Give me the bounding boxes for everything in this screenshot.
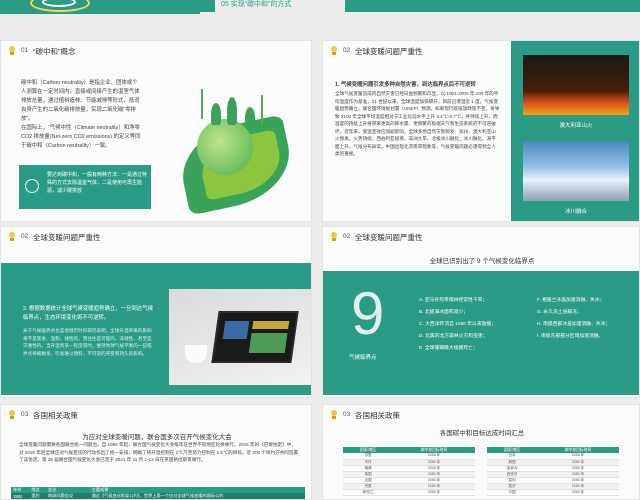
- section-number: 01: [21, 47, 29, 54]
- content-band: 9 气候临界点 A. 亚马孙热带雨林经常性干旱； B. 北极海冰面积减少； C.…: [323, 271, 639, 395]
- table-cell: 1992: [11, 493, 30, 499]
- house-icon: [25, 179, 39, 193]
- panel-header: 03 各国相关政策: [323, 405, 639, 425]
- image-caption: 澳大利亚山火: [559, 123, 593, 129]
- panel-policies-conference[interactable]: 03 各国相关政策 为应对全球变暖问题，联合国多次召开气候变化大会 全球变暖问题…: [0, 404, 312, 500]
- coffee-cup-icon: [185, 345, 207, 363]
- lightbulb-icon: [329, 410, 339, 420]
- lightbulb-icon: [329, 46, 339, 56]
- panel-carbon-targets[interactable]: 03 各国相关政策 各国碳中和目标达成时间汇总 国家/地区 碳中和目标时间 苏里…: [322, 404, 640, 500]
- table-cell: 通过《气候变化框架公约》，世界上第一个应对全球气候变暖的国际公约: [89, 493, 305, 499]
- paragraph: 在国际上，“气候中性（Climate neutrality）和净零CO2 排放量…: [21, 125, 141, 149]
- list-item: D. 北美的北方森林火灾和虫害；: [419, 334, 488, 339]
- paragraph: 关于气候临界点也是地球历时的研究表明，全球升温带来的影响将不是渐进、温和、线性的…: [23, 328, 152, 356]
- panel-carbon-neutrality-concept[interactable]: 01 “碳中和”概念 碳中和（Carbon neutrality）是指企业、团体…: [0, 40, 312, 222]
- slide-overview: 05 实现“碳中和”的方式 01 “碳中和”概念 碳中和（Carbon neut…: [0, 0, 640, 500]
- big-number-caption: 气候临界点: [349, 355, 377, 361]
- section-number: 02: [343, 233, 351, 240]
- panel-title: 全球变暖问题严重性: [355, 47, 423, 56]
- panel-body: 1. 气候变暖问题引发多种自然灾害，到达临界点后不可逆转 全球气候变暖造成的自然…: [335, 81, 500, 158]
- table-row: 中国 2060 年: [487, 489, 619, 496]
- tipping-point-list-right: F. 格陵兰冰盖加速消融、失冰； G. 永久冻土层解冻； H. 南极西部冰盖加速…: [537, 295, 610, 343]
- panel-header: 02 全球变暖问题严重性: [323, 227, 639, 247]
- method-box: 要达到碳中和，一般有两种方法：一是通过特殊的方式去除温室气体，二是使用可再生能源…: [19, 165, 151, 209]
- table-cell: 2060 年: [537, 489, 619, 496]
- wind-turbine-icon: [261, 95, 263, 125]
- table-cell: 中国: [487, 489, 538, 496]
- content-band: 2. 根据数据统计全球气候变暖趋势确立，一旦到达气候临界点，生态环境变化将不可逆…: [1, 263, 311, 395]
- paragraph: 全球变暖问题需要各国联合统一问题治。自 1995 年起，联合国气候变化大会每年在…: [19, 442, 299, 462]
- panel-subtitle: 为应对全球变暖问题，联合国多次召开气候变化大会: [82, 434, 232, 441]
- eco-city-illustration: [161, 67, 301, 216]
- list-item: E. 全球珊瑚礁大规模死亡；: [419, 346, 478, 351]
- tree-icon: [211, 103, 221, 125]
- panel-title: 全球变暖问题严重性: [355, 233, 423, 242]
- list-item: I. 南极东部部分区域加速消融。: [537, 334, 604, 339]
- wildfire-photo: [523, 55, 629, 115]
- top-banner: 05 实现“碳中和”的方式: [0, 0, 640, 22]
- panel-climate-tipping[interactable]: 02 全球变暖问题严重性 2. 根据数据统计全球气候变暖趋势确立，一旦到达气候临…: [0, 226, 312, 398]
- lead-text: 2. 根据数据统计全球气候变暖趋势确立，一旦到达气候临界点，生态环境变化将不可逆…: [23, 306, 153, 321]
- section-number: 03: [343, 411, 351, 418]
- big-number: 9: [351, 280, 385, 347]
- targets-table-right: 国家/地区 碳中和目标时间 日本 2050 年 韩国 2050 年 加拿大 2050 …: [487, 447, 619, 496]
- list-item: F. 格陵兰冰盖加速消融、失冰；: [537, 298, 605, 303]
- list-item: C. 大西洋环流自 1950 年以来放缓；: [419, 322, 497, 327]
- section-number: 02: [21, 233, 29, 240]
- table-cell: 地球问题会议: [45, 493, 90, 499]
- panel-title: 各国相关政策: [33, 411, 78, 420]
- panel-body: 全球变暖问题需要各国联合统一问题治。自 1995 年起，联合国气候变化大会每年在…: [19, 441, 299, 464]
- table-row: 1992 里约 地球问题会议 通过《气候变化框架公约》，世界上第一个应对全球气候…: [11, 493, 305, 499]
- panel-header: 01 “碳中和”概念: [1, 41, 311, 61]
- paragraph: 全球气候变暖造成的自然灾害已经日益频繁和凸显，以 1901-2000 年 100…: [335, 91, 500, 156]
- glacier-photo: [523, 141, 629, 201]
- panel-tipping-points[interactable]: 02 全球变暖问题严重性 全球已识别出了 9 个气候变化临界点 9 气候临界点 …: [322, 226, 640, 398]
- panel-global-warming-severity[interactable]: 02 全球变暖问题严重性 1. 气候变暖问题引发多种自然灾害，到达临界点后不可逆…: [322, 40, 640, 222]
- lightbulb-icon: [7, 46, 17, 56]
- lightbulb-icon: [329, 232, 339, 242]
- section-number: 02: [343, 47, 351, 54]
- lightbulb-icon: [7, 410, 17, 420]
- list-item: B. 北极海冰面积减少；: [419, 310, 469, 315]
- list-item: G. 永久冻土层解冻；: [537, 310, 582, 315]
- lightbulb-icon: [7, 232, 17, 242]
- targets-table-left: 国家/地区 碳中和目标时间 苏里 2050 年 不丹 2050 年 瑞典 2045 年…: [343, 447, 475, 496]
- panel-body: 碳中和（Carbon neutrality）是指企业、团体或个人测算在一定时间内…: [21, 79, 141, 151]
- lead-text: 1. 气候变暖问题引发多种自然灾害，到达临界点后不可逆转: [335, 82, 476, 88]
- panel-subtitle: 全球已识别出了 9 个气候变化临界点: [429, 258, 535, 265]
- tree-icon: [245, 107, 255, 129]
- panel-title: 各国相关政策: [355, 411, 400, 420]
- list-item: A. 亚马孙热带雨林经常性干旱；: [419, 298, 488, 303]
- section-number: 03: [21, 411, 29, 418]
- panel-header: 03 各国相关政策: [1, 405, 311, 425]
- panel-body: 2. 根据数据统计全球气候变暖趋势确立，一旦到达气候临界点，生态环境变化将不可逆…: [23, 305, 153, 357]
- panel-subtitle: 各国碳中和目标达成时间汇总: [439, 430, 525, 437]
- table-row: 新西兰 2050 年: [343, 489, 475, 496]
- paragraph: 碳中和（Carbon neutrality）是指企业、团体或个人测算在一定时间内…: [21, 80, 140, 122]
- image-caption: 冰川融合: [564, 209, 587, 215]
- tree-icon: [227, 97, 237, 125]
- image-column: 澳大利亚山火 冰川融合: [511, 41, 639, 221]
- conference-table: 年份 地点 会议 主要成果 1992 里约 地球问题会议 通过《气候变化框架公约…: [11, 487, 305, 499]
- banner-tab[interactable]: 05 实现“碳中和”的方式: [215, 0, 345, 12]
- wind-turbine-icon: [201, 89, 203, 119]
- table-cell: 2050 年: [393, 489, 475, 496]
- list-item: H. 南极西部冰盖加速消融、失冰；: [537, 322, 611, 327]
- laptop-photo: [169, 289, 311, 385]
- panel-title: “碳中和”概念: [33, 47, 76, 56]
- tipping-point-list-left: A. 亚马孙热带雨林经常性干旱； B. 北极海冰面积减少； C. 大西洋环流自 …: [419, 295, 496, 355]
- table-cell: 新西兰: [343, 489, 394, 496]
- method-text: 要达到碳中和，一般有两种方法：一是通过特殊的方式去除温室气体，二是使用可再生能源…: [47, 172, 148, 194]
- panel-title: 全球变暖问题严重性: [33, 233, 101, 242]
- laptop-screen: [211, 311, 299, 363]
- panel-header: 02 全球变暖问题严重性: [1, 227, 311, 247]
- table-cell: 里约: [29, 493, 46, 499]
